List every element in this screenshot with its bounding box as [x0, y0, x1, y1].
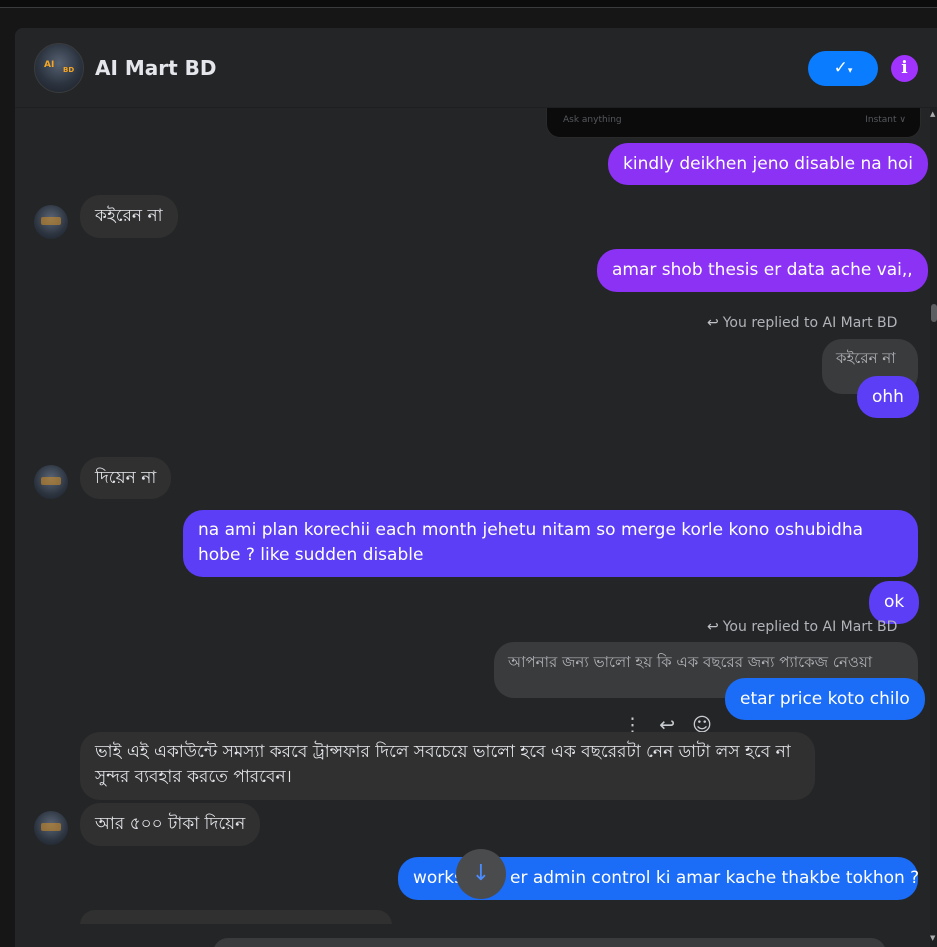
arrow-down-icon[interactable]: ↓: [456, 849, 506, 899]
reply-icon: ↩: [707, 619, 719, 635]
message-bubble-outgoing[interactable]: etar price koto chilo: [725, 678, 925, 720]
avatar[interactable]: AI BD: [34, 43, 84, 93]
message-bubble-incoming[interactable]: ভাই এই একাউন্টে সমস্যা করবে ট্রান্সফার দ…: [80, 732, 815, 800]
avatar-logo-text: AI: [44, 60, 55, 70]
message-bubble-outgoing[interactable]: amar shob thesis er data ache vai,,: [597, 249, 928, 292]
preview-left-text: Ask anything: [563, 115, 622, 125]
preview-right-text: Instant ∨: [865, 115, 906, 125]
replied-note: ↩ You replied to AI Mart BD: [707, 315, 897, 331]
chat-panel: AI BD AI Mart BD ✓▾ i Ask anything Insta…: [15, 28, 937, 947]
check-icon: ✓: [833, 58, 848, 78]
mark-read-button[interactable]: ✓▾: [808, 51, 878, 86]
avatar-logo-subtext: BD: [63, 66, 75, 74]
message-bubble-incoming[interactable]: কইরেন না: [80, 195, 178, 238]
avatar[interactable]: [34, 811, 68, 845]
replied-note: ↩ You replied to AI Mart BD: [707, 619, 897, 635]
page-title[interactable]: AI Mart BD: [95, 56, 217, 80]
message-bubble-outgoing[interactable]: kindly deikhen jeno disable na hoi: [608, 143, 928, 185]
message-list[interactable]: Ask anything Instant ∨ kindly deikhen je…: [15, 108, 930, 947]
message-text-end: er admin control ki amar kache thakbe to…: [510, 868, 920, 888]
replied-note-text: You replied to AI Mart BD: [722, 315, 898, 331]
image-preview-card[interactable]: Ask anything Instant ∨: [546, 108, 921, 138]
avatar[interactable]: [34, 465, 68, 499]
reply-icon: ↩: [707, 315, 719, 331]
message-bubble-incoming[interactable]: দিয়েন না: [80, 457, 172, 499]
scrollbar[interactable]: ▲ ▼: [930, 108, 937, 947]
scroll-up-arrow[interactable]: ▲: [930, 110, 935, 118]
chevron-down-icon: ▾: [847, 66, 853, 76]
scrollbar-thumb[interactable]: [931, 304, 937, 322]
message-bubble-outgoing[interactable]: ohh: [857, 376, 919, 418]
message-bubble-outgoing[interactable]: na ami plan korechii each month jehetu n…: [183, 510, 918, 577]
replied-note-text: You replied to AI Mart BD: [722, 619, 898, 635]
scroll-down-arrow[interactable]: ▼: [930, 934, 935, 942]
window-top-strip: [0, 0, 937, 8]
avatar[interactable]: [34, 205, 68, 239]
info-icon[interactable]: i: [891, 55, 918, 82]
message-bubble-outgoing[interactable]: ok: [869, 581, 920, 624]
message-composer[interactable]: [213, 938, 886, 947]
chat-header: AI BD AI Mart BD ✓▾ i: [15, 28, 937, 108]
message-bubble-incoming[interactable]: আর ৫০০ টাকা দিয়েন: [80, 803, 261, 846]
